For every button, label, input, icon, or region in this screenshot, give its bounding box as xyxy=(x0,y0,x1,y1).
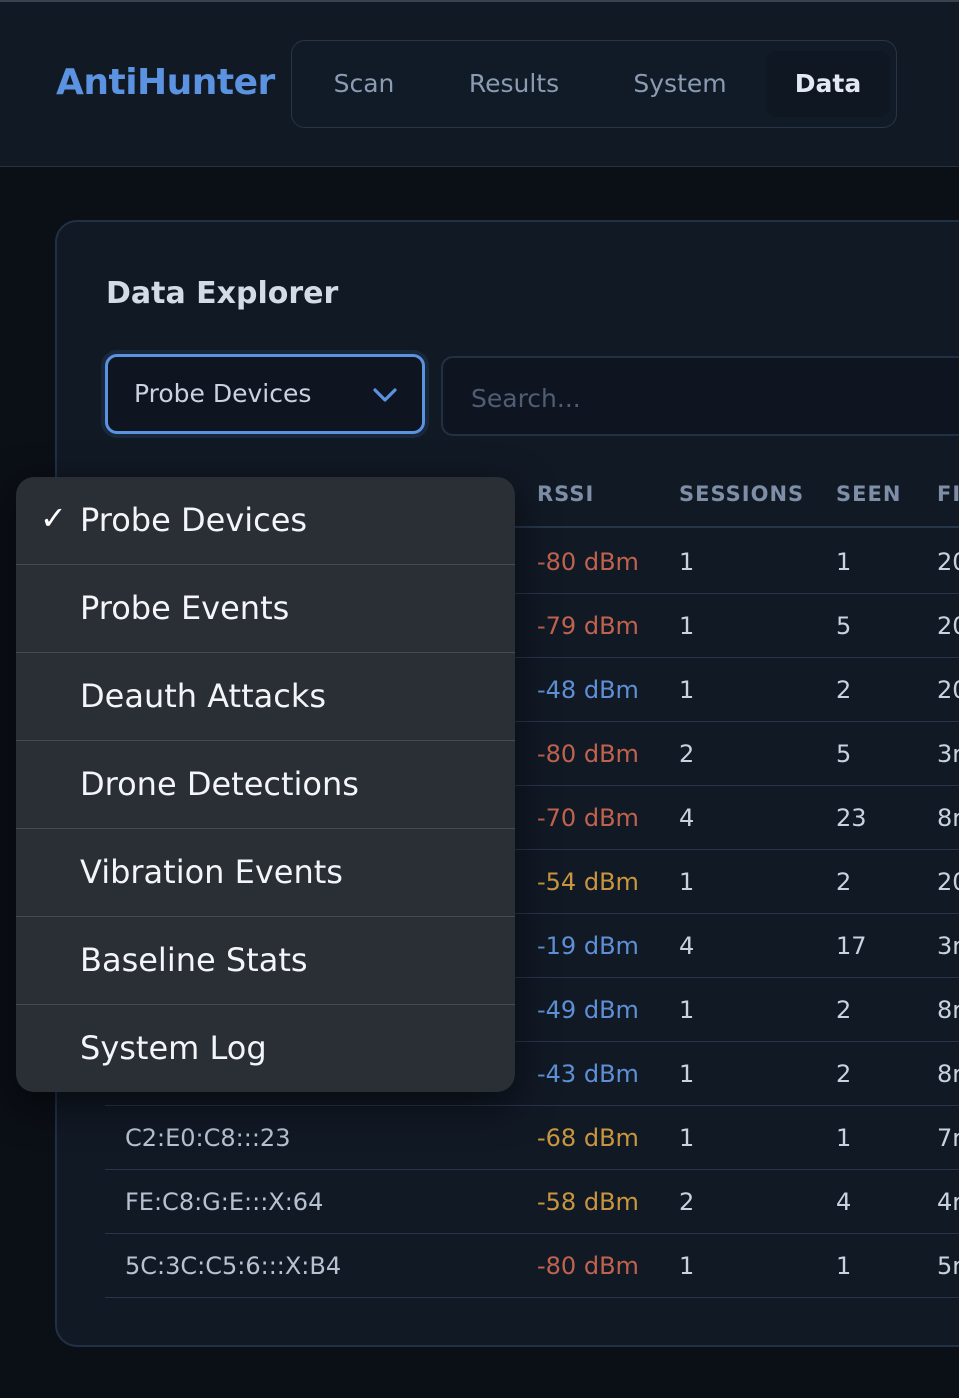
dataset-select-value: Probe Devices xyxy=(134,379,312,408)
seen-cell: 17 xyxy=(836,932,867,960)
sessions-cell: 2 xyxy=(679,740,695,768)
tab-data[interactable]: Data xyxy=(766,51,890,117)
first-seen-cell: 20 xyxy=(937,612,959,640)
seen-cell: 2 xyxy=(836,868,852,896)
rssi-cell: -58 dBm xyxy=(537,1188,639,1216)
first-seen-cell: 8r xyxy=(937,804,959,832)
seen-cell: 2 xyxy=(836,676,852,704)
seen-cell: 4 xyxy=(836,1188,852,1216)
sessions-cell: 4 xyxy=(679,804,695,832)
sessions-cell: 1 xyxy=(679,1252,695,1280)
sessions-cell: 2 xyxy=(679,1188,695,1216)
dropdown-option-system-log[interactable]: System Log xyxy=(16,1005,515,1092)
mac-cell: FE:C8:G:E:::X:64 xyxy=(125,1188,324,1216)
column-header-seen[interactable]: SEEN xyxy=(836,482,901,506)
rssi-cell: -48 dBm xyxy=(537,676,639,704)
seen-cell: 1 xyxy=(836,1124,852,1152)
rssi-cell: -70 dBm xyxy=(537,804,639,832)
dropdown-option-drone-detections[interactable]: Drone Detections xyxy=(16,741,515,829)
app-logo[interactable]: AntiHunter xyxy=(56,62,275,103)
first-seen-cell: 4r xyxy=(937,1188,959,1216)
dataset-select[interactable]: Probe Devices xyxy=(105,354,425,434)
option-label: Probe Devices xyxy=(80,501,308,539)
panel-title: Data Explorer xyxy=(106,276,339,311)
seen-cell: 2 xyxy=(836,1060,852,1088)
sessions-cell: 1 xyxy=(679,996,695,1024)
rssi-cell: -80 dBm xyxy=(537,740,639,768)
rssi-cell: -79 dBm xyxy=(537,612,639,640)
first-seen-cell: 3r xyxy=(937,740,959,768)
first-seen-cell: 20 xyxy=(937,548,959,576)
seen-cell: 1 xyxy=(836,1252,852,1280)
seen-cell: 5 xyxy=(836,740,852,768)
tab-system[interactable]: System xyxy=(616,51,744,117)
seen-cell: 2 xyxy=(836,996,852,1024)
table-row[interactable]: C2:E0:C8:::23 -68 dBm 1 1 7r xyxy=(105,1106,959,1170)
sessions-cell: 4 xyxy=(679,932,695,960)
first-seen-cell: 8r xyxy=(937,996,959,1024)
sessions-cell: 1 xyxy=(679,548,695,576)
checkmark-icon: ✓ xyxy=(40,499,67,537)
search-field[interactable] xyxy=(441,356,959,436)
option-label: Deauth Attacks xyxy=(80,677,327,715)
seen-cell: 5 xyxy=(836,612,852,640)
rssi-cell: -68 dBm xyxy=(537,1124,639,1152)
first-seen-cell: 20 xyxy=(937,868,959,896)
nav-tabs: Scan Results System Data xyxy=(291,40,897,128)
sessions-cell: 1 xyxy=(679,1124,695,1152)
table-row[interactable]: FE:C8:G:E:::X:64 -58 dBm 2 4 4r xyxy=(105,1170,959,1234)
dropdown-option-probe-events[interactable]: Probe Events xyxy=(16,565,515,653)
rssi-cell: -43 dBm xyxy=(537,1060,639,1088)
rssi-cell: -49 dBm xyxy=(537,996,639,1024)
first-seen-cell: 8r xyxy=(937,1060,959,1088)
chevron-down-icon xyxy=(373,388,397,402)
mac-cell: C2:E0:C8:::23 xyxy=(125,1124,291,1152)
dropdown-option-vibration-events[interactable]: Vibration Events xyxy=(16,829,515,917)
sessions-cell: 1 xyxy=(679,1060,695,1088)
seen-cell: 1 xyxy=(836,548,852,576)
tab-scan[interactable]: Scan xyxy=(312,51,416,117)
dropdown-option-probe-devices[interactable]: ✓ Probe Devices xyxy=(16,477,515,565)
sessions-cell: 1 xyxy=(679,612,695,640)
sessions-cell: 1 xyxy=(679,868,695,896)
sessions-cell: 1 xyxy=(679,676,695,704)
option-label: System Log xyxy=(80,1029,267,1067)
column-header-sessions[interactable]: SESSIONS xyxy=(679,482,804,506)
rssi-cell: -80 dBm xyxy=(537,1252,639,1280)
option-label: Probe Events xyxy=(80,589,290,627)
mac-cell: 5C:3C:C5:6:::X:B4 xyxy=(125,1252,342,1280)
first-seen-cell: 20 xyxy=(937,676,959,704)
search-input[interactable] xyxy=(469,378,953,418)
dataset-dropdown-menu: ✓ Probe Devices Probe Events Deauth Atta… xyxy=(16,477,515,1092)
first-seen-cell: 3r xyxy=(937,932,959,960)
first-seen-cell: 5r xyxy=(937,1252,959,1280)
column-header-first[interactable]: FI xyxy=(937,482,959,506)
option-label: Vibration Events xyxy=(80,853,343,891)
table-row[interactable]: 5C:3C:C5:6:::X:B4 -80 dBm 1 1 5r xyxy=(105,1234,959,1298)
option-label: Drone Detections xyxy=(80,765,359,803)
rssi-cell: -19 dBm xyxy=(537,932,639,960)
column-header-rssi[interactable]: RSSI xyxy=(537,482,594,506)
dropdown-option-baseline-stats[interactable]: Baseline Stats xyxy=(16,917,515,1005)
first-seen-cell: 7r xyxy=(937,1124,959,1152)
dropdown-option-deauth-attacks[interactable]: Deauth Attacks xyxy=(16,653,515,741)
option-label: Baseline Stats xyxy=(80,941,308,979)
tab-results[interactable]: Results xyxy=(452,51,576,117)
seen-cell: 23 xyxy=(836,804,867,832)
rssi-cell: -80 dBm xyxy=(537,548,639,576)
rssi-cell: -54 dBm xyxy=(537,868,639,896)
app-header: AntiHunter Scan Results System Data xyxy=(0,2,959,167)
